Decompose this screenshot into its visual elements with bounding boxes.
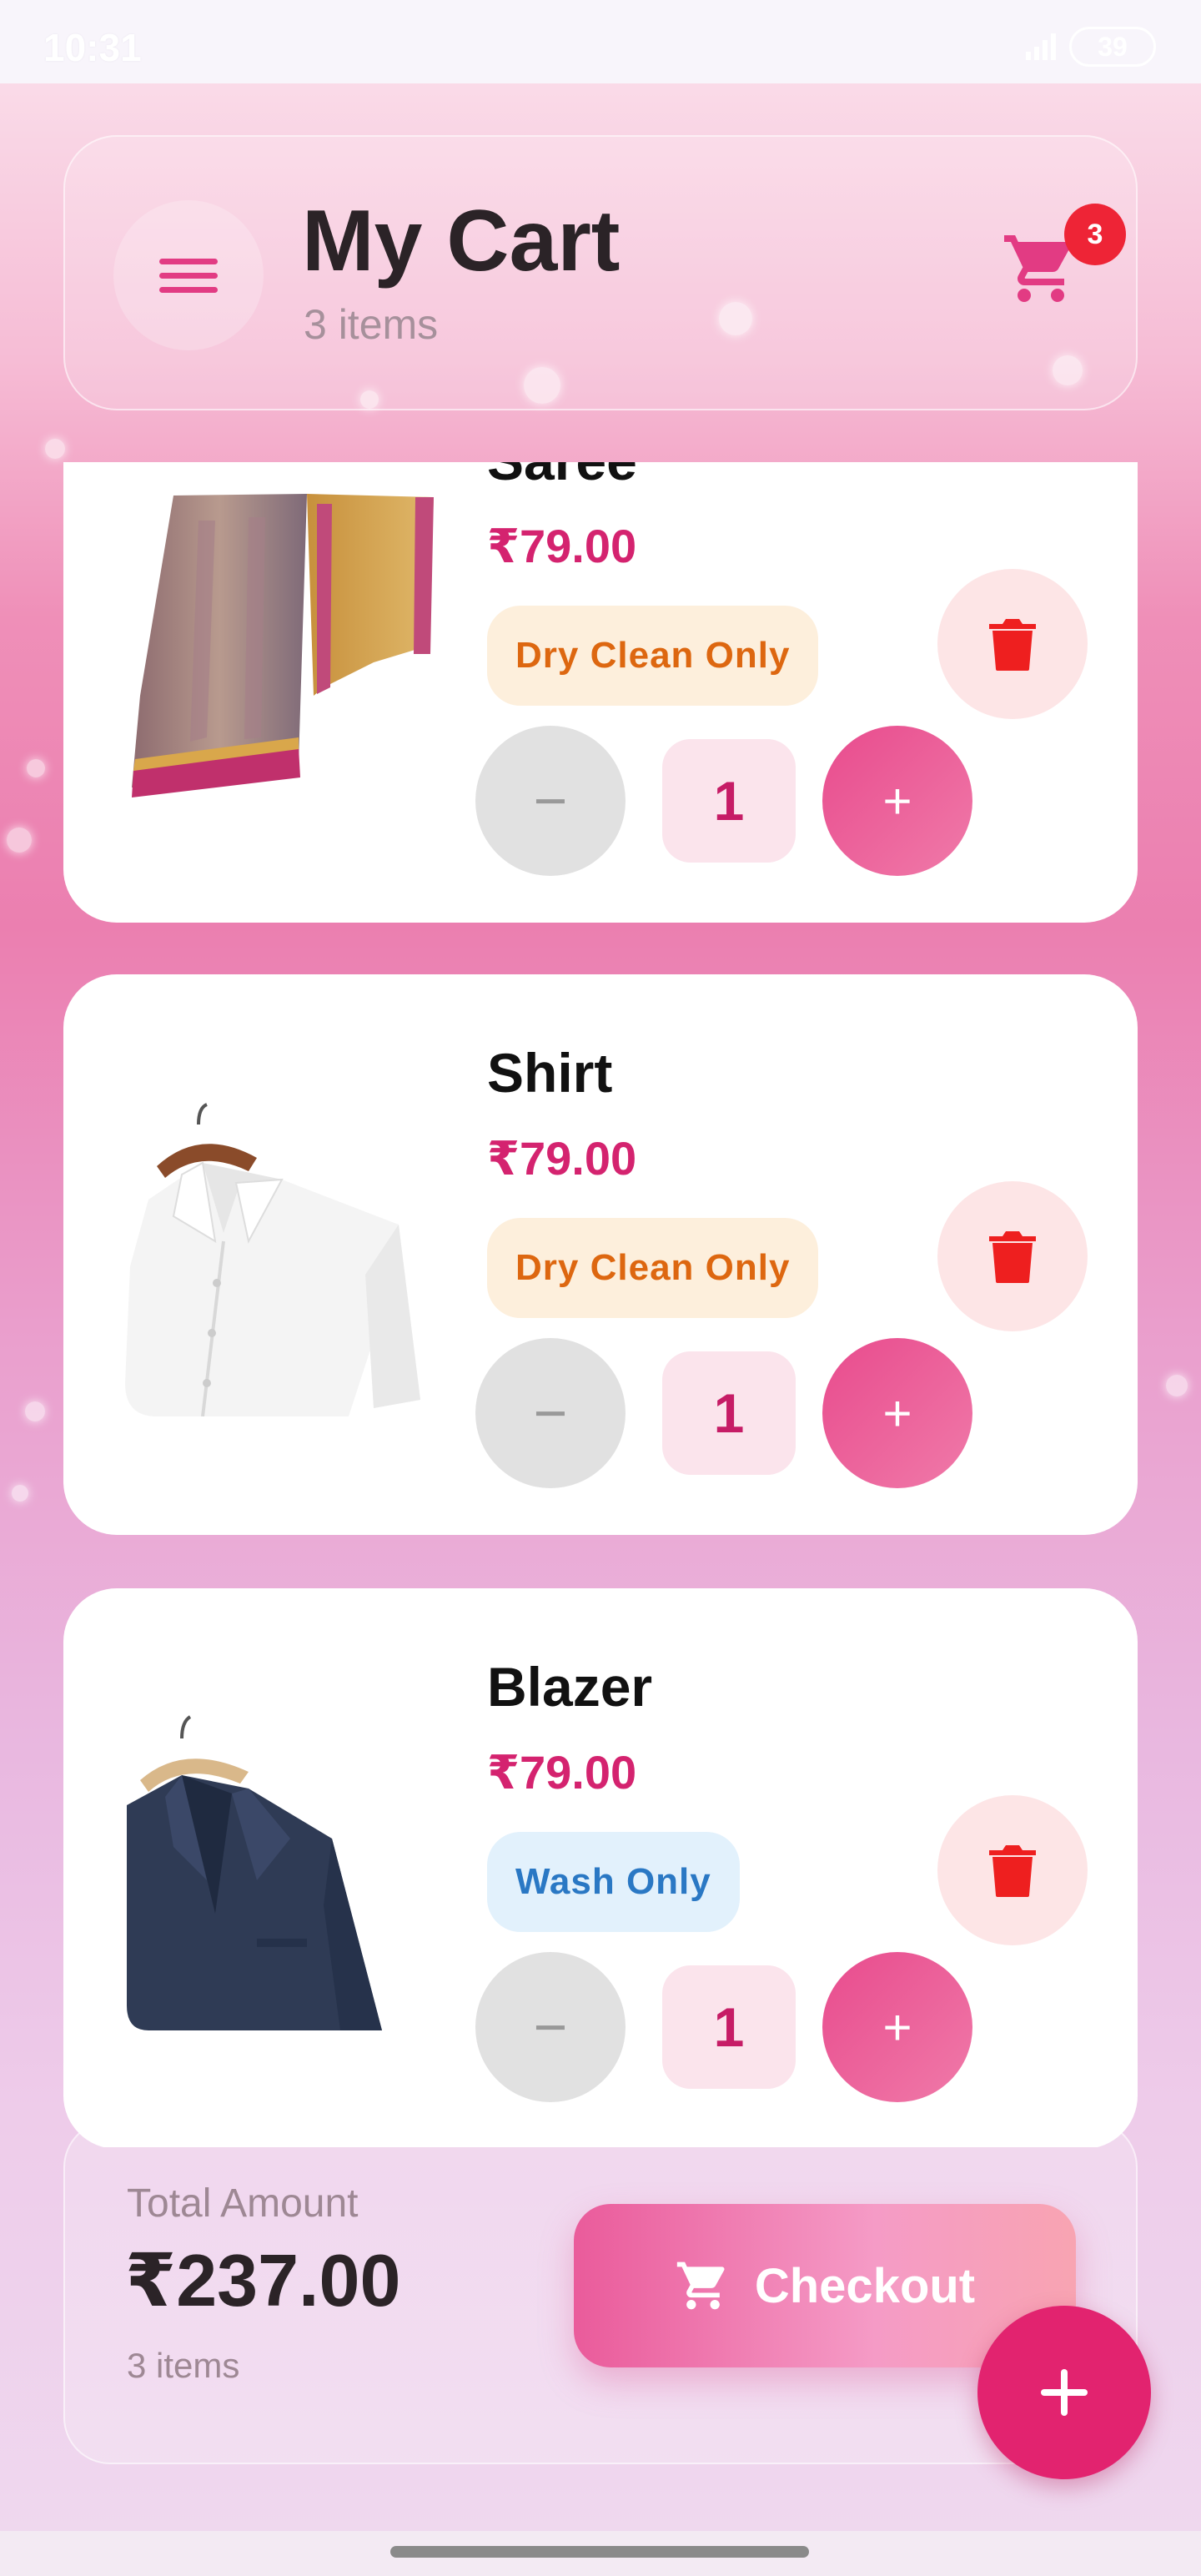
decor-bubble (1166, 1375, 1188, 1396)
quantity-value: 1 (662, 1351, 796, 1475)
cart-item-card: Saree ₹79.00 Dry Clean Only − 1 + (63, 462, 1138, 923)
total-amount-label: Total Amount (127, 2181, 359, 2226)
decor-bubble (25, 1401, 45, 1421)
increase-quantity-button[interactable]: + (822, 1338, 972, 1488)
plus-icon (1041, 2369, 1088, 2416)
status-bar: 10:31 39 (0, 0, 1201, 83)
home-gesture-handle[interactable] (390, 2546, 809, 2558)
shirt-image (125, 1103, 420, 1416)
cart-count-badge: 3 (1064, 204, 1126, 265)
decor-bubble (45, 439, 65, 459)
service-tag: Dry Clean Only (487, 1218, 819, 1318)
battery-level: 39 (1098, 31, 1128, 62)
decor-bubble (12, 1485, 28, 1502)
cart-header: My Cart 3 items 3 (63, 135, 1138, 410)
increase-quantity-button[interactable]: + (822, 1952, 972, 2102)
total-amount-value: ₹237.00 (125, 2239, 401, 2322)
menu-icon (159, 250, 218, 301)
status-icons: 39 (1024, 27, 1156, 67)
delete-item-button[interactable] (937, 569, 1088, 719)
menu-button[interactable] (113, 200, 264, 350)
service-tag: Wash Only (487, 1832, 740, 1932)
saree-image (132, 494, 434, 797)
trash-icon (989, 619, 1036, 671)
decor-bubble (27, 759, 45, 777)
cart-button[interactable]: 3 (1001, 204, 1126, 312)
shopping-cart-icon (676, 2262, 725, 2310)
cart-item-list[interactable]: Saree ₹79.00 Dry Clean Only − 1 + Shirt … (63, 462, 1138, 2147)
item-price: ₹79.00 (487, 1746, 637, 1799)
quantity-value: 1 (662, 1965, 796, 2089)
decrease-quantity-button[interactable]: − (475, 726, 626, 876)
page-subtitle: 3 items (304, 301, 439, 348)
item-name: Shirt (487, 1042, 613, 1104)
delete-item-button[interactable] (937, 1795, 1088, 1945)
decrease-quantity-button[interactable]: − (475, 1338, 626, 1488)
item-price: ₹79.00 (487, 520, 637, 572)
item-price: ₹79.00 (487, 1132, 637, 1185)
checkout-label: Checkout (754, 2258, 976, 2313)
item-name: Saree (487, 462, 637, 492)
page-title: My Cart (302, 193, 621, 289)
total-item-count: 3 items (127, 2346, 240, 2385)
add-item-fab[interactable] (977, 2306, 1151, 2479)
service-tag: Dry Clean Only (487, 606, 819, 706)
blazer-image (127, 1715, 382, 2030)
item-name: Blazer (487, 1656, 653, 1718)
trash-icon (989, 1231, 1036, 1283)
decrease-quantity-button[interactable]: − (475, 1952, 626, 2102)
decor-bubble (7, 828, 32, 853)
battery-icon: 39 (1069, 27, 1156, 67)
quantity-value: 1 (662, 739, 796, 863)
cart-item-card: Shirt ₹79.00 Dry Clean Only − 1 + (63, 974, 1138, 1535)
status-time: 10:31 (43, 26, 142, 69)
trash-icon (989, 1845, 1036, 1897)
cart-item-card: Blazer ₹79.00 Wash Only − 1 + (63, 1588, 1138, 2147)
signal-icon (1026, 33, 1056, 60)
delete-item-button[interactable] (937, 1181, 1088, 1331)
increase-quantity-button[interactable]: + (822, 726, 972, 876)
